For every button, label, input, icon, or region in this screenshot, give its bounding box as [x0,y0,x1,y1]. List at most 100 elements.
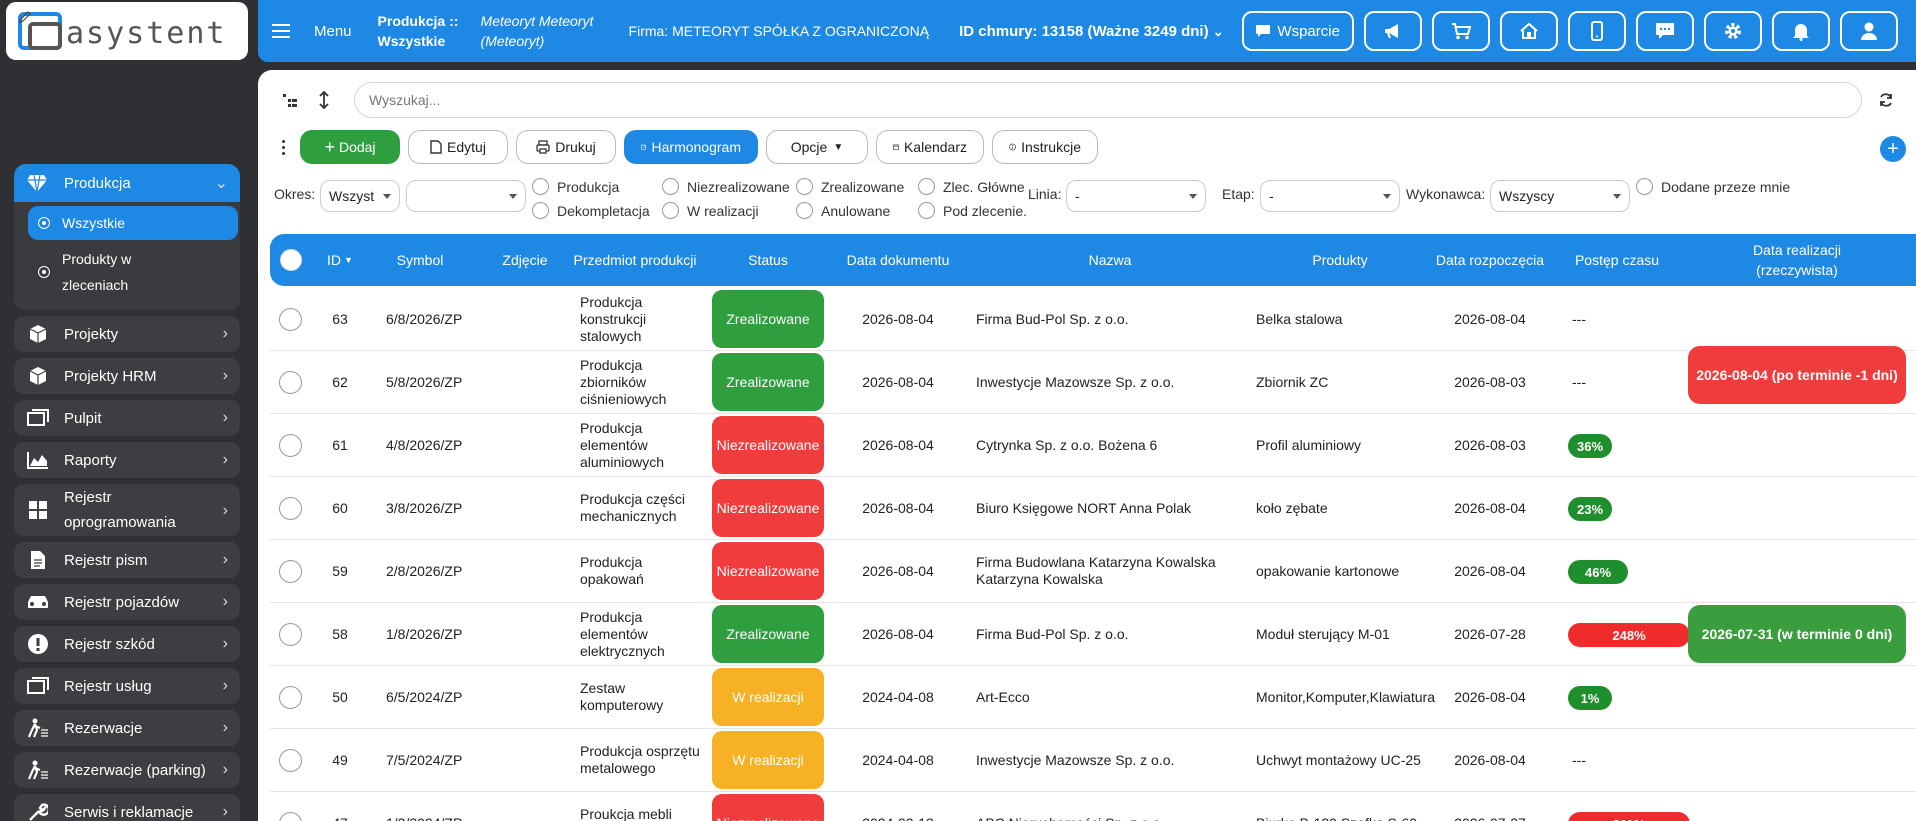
more-vertical-icon[interactable] [278,139,288,155]
refresh-icon[interactable] [1876,90,1896,110]
schedule-button[interactable]: Harmonogram [624,130,758,164]
filter-dekompletacja-checkbox[interactable]: Dekompletacja [532,202,650,219]
checkbox-circle[interactable] [662,178,679,195]
filter-added-by-me-checkbox[interactable]: Dodane przeze mnie [1636,178,1790,195]
sidebar-item-rejestr-pojazdow[interactable]: Rejestr pojazdów › [14,584,240,620]
checkbox-circle[interactable] [796,178,813,195]
column-header-photo[interactable]: Zdjęcie [490,234,560,286]
checkbox-circle[interactable] [1636,178,1653,195]
filter-produkcja-checkbox[interactable]: Produkcja [532,178,619,195]
checkbox-circle[interactable] [918,202,935,219]
column-header-status[interactable]: Status [712,234,824,286]
column-header-id[interactable]: ID ▼ [320,234,360,286]
row-checkbox[interactable] [279,560,302,583]
messages-button[interactable] [1635,11,1694,51]
cell-name: Inwestycje Mazowsze Sp. z o.o. [976,751,1175,768]
checkbox-circle[interactable] [662,202,679,219]
sidebar-item-rejestr-pism[interactable]: Rejestr pism › [14,542,240,578]
row-checkbox[interactable] [279,497,302,520]
table-row[interactable]: 60 3/8/2026/ZP Produkcja części mechaniczny… [270,477,1916,540]
status-badge: Niezrealizowane [712,416,824,474]
sidebar-item-rezerwacje[interactable]: Rezerwacje › [14,710,240,746]
user-menu-button[interactable] [1839,11,1898,51]
checkbox-circle[interactable] [918,178,935,195]
mobile-button[interactable] [1567,11,1626,51]
announcements-button[interactable] [1363,11,1422,51]
instructions-button[interactable]: Instrukcje [992,130,1098,164]
row-checkbox[interactable] [279,812,302,821]
column-header-symbol[interactable]: Symbol [380,234,460,286]
row-checkbox[interactable] [279,749,302,772]
filter-niezrealizowane-checkbox[interactable]: Niezrealizowane [662,178,790,195]
sidebar: asystent Produkcja ⌄ Wszystkie Produkty … [0,0,250,821]
sidebar-item-pulpit[interactable]: Pulpit › [14,400,240,436]
sidebar-item-projekty-hrm[interactable]: Projekty HRM › [14,358,240,394]
filter-zlec-glowne-checkbox[interactable]: Zlec. Główne [918,178,1025,195]
filter-w-realizacji-checkbox[interactable]: W realizacji [662,202,759,219]
sidebar-item-rezerwacje-parking[interactable]: Rezerwacje (parking) › [14,752,240,788]
settings-button[interactable] [1703,11,1762,51]
sidebar-item-produkcja[interactable]: Produkcja ⌄ [14,164,240,202]
row-checkbox[interactable] [279,308,302,331]
table-row[interactable]: 61 4/8/2026/ZP Produkcja elementów aluminiow… [270,414,1916,477]
search-input[interactable] [354,82,1862,118]
cloud-id-dropdown[interactable]: ID chmury: 13158 (Ważne 3249 dni) ⌄ [959,23,1224,40]
cell-id: 63 [332,310,348,327]
sidebar-item-rejestr-oprogramowania[interactable]: Rejestr oprogramowania › [14,484,240,536]
add-fab-button[interactable]: + [1880,136,1906,162]
column-header-start-date[interactable]: Data rozpoczęcia [1420,234,1560,286]
sidebar-item-raporty[interactable]: Raporty › [14,442,240,478]
sidebar-item-serwis[interactable]: Serwis i reklamacje › [14,794,240,821]
period-select[interactable]: Wszyst [320,180,400,212]
table-row[interactable]: 47 1/3/2024/ZP Proukcja meblibiurowych Niez… [270,792,1916,821]
sidebar-item-projekty[interactable]: Projekty › [14,316,240,352]
checkbox-circle[interactable] [532,202,549,219]
filter-zrealizowane-checkbox[interactable]: Zrealizowane [796,178,904,195]
column-header-products[interactable]: Produkty [1270,234,1410,286]
calendar-button[interactable]: Kalendarz [876,130,984,164]
notifications-button[interactable] [1771,11,1830,51]
logo[interactable]: asystent [6,2,248,60]
table-row[interactable]: 59 2/8/2026/ZP Produkcja opakowań Niezrealiz… [270,540,1916,603]
table-row[interactable]: 63 6/8/2026/ZP Produkcja konstrukcji stalowy… [270,288,1916,351]
row-checkbox[interactable] [279,371,302,394]
stage-select[interactable]: - [1260,180,1400,212]
select-all-checkbox[interactable] [280,249,302,271]
sort-vertical-icon[interactable] [314,90,334,110]
pencil-icon[interactable] [18,10,32,24]
cell-progress: --- [1572,310,1586,327]
column-header-subject[interactable]: Przedmiot produkcji [570,234,700,286]
row-checkbox[interactable] [279,434,302,457]
options-dropdown[interactable]: Opcje ▼ [766,130,868,164]
hamburger-icon[interactable] [272,24,302,38]
sidebar-item-rejestr-uslug[interactable]: Rejestr usług › [14,668,240,704]
line-select[interactable]: - [1066,180,1206,212]
filter-anulowane-checkbox[interactable]: Anulowane [796,202,890,219]
cart-button[interactable] [1431,11,1490,51]
table-row[interactable]: 58 1/8/2026/ZP Produkcja elementów elektrycz… [270,603,1916,666]
tree-view-icon[interactable] [280,90,300,110]
period-range-select[interactable] [406,180,526,212]
menu-button[interactable]: Menu [314,23,352,40]
executor-select[interactable]: Wszyscy [1490,180,1630,212]
add-button[interactable]: + Dodaj [300,130,400,164]
sidebar-subitem-produkty-w-zleceniach[interactable]: Produkty w zleceniach [28,242,240,302]
row-checkbox[interactable] [279,623,302,646]
support-button[interactable]: Wsparcie [1241,11,1354,51]
column-header-doc-date[interactable]: Data dokumentu [838,234,958,286]
column-header-real-date[interactable]: Data realizacji (rzeczywista) [1688,234,1906,286]
table-row[interactable]: 49 7/5/2024/ZP Produkcja osprzętu metaloweg… [270,729,1916,792]
column-header-progress[interactable]: Postęp czasu [1562,234,1672,286]
edit-button[interactable]: Edytuj [408,130,508,164]
checkbox-circle[interactable] [532,178,549,195]
table-row[interactable]: 50 6/5/2024/ZP Zestaw komputerowy W realizac… [270,666,1916,729]
table-row[interactable]: 62 5/8/2026/ZP Produkcja zbiorników ciśnieni… [270,346,1916,414]
print-button[interactable]: Drukuj [516,130,616,164]
filter-pod-zlecenie-checkbox[interactable]: Pod zlecenie. [918,202,1027,219]
home-button[interactable] [1499,11,1558,51]
column-header-name[interactable]: Nazwa [1050,234,1170,286]
row-checkbox[interactable] [279,686,302,709]
checkbox-circle[interactable] [796,202,813,219]
sidebar-item-rejestr-szkod[interactable]: Rejestr szkód › [14,626,240,662]
sidebar-subitem-wszystkie[interactable]: Wszystkie [28,206,238,240]
